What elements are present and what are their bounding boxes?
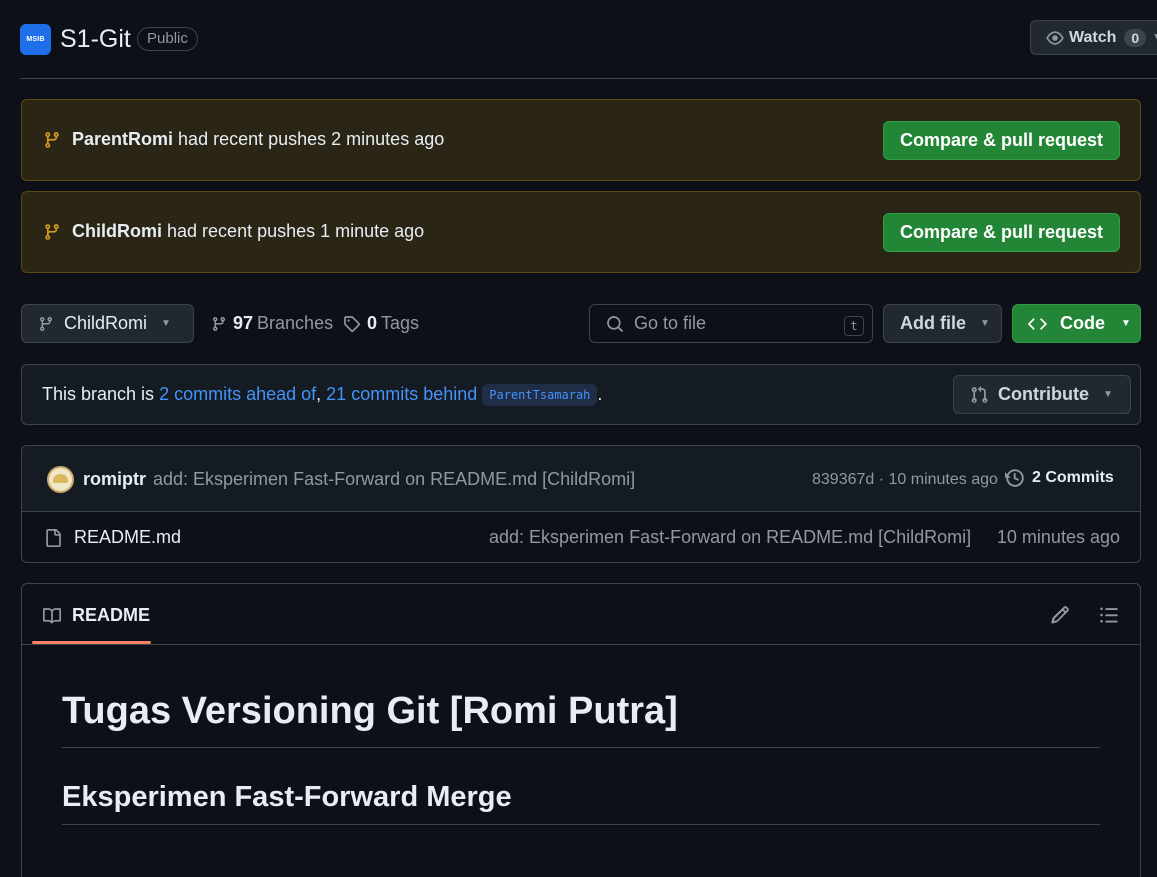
contribute-label: Contribute bbox=[998, 384, 1089, 404]
contribute-button[interactable]: Contribute ▼ bbox=[953, 375, 1131, 414]
tags-link[interactable]: 0 Tags bbox=[343, 313, 419, 334]
chevron-down-icon: ▼ bbox=[980, 318, 990, 329]
code-button[interactable]: Code ▼ bbox=[1012, 304, 1141, 343]
file-commit-message-link[interactable]: add: Eksperimen Fast-Forward on README.m… bbox=[489, 527, 971, 548]
add-file-button[interactable]: Add file ▼ bbox=[883, 304, 1002, 343]
commits-history-link[interactable]: 2 Commits bbox=[1005, 468, 1114, 488]
org-logo[interactable]: MSIB bbox=[20, 24, 51, 55]
visibility-badge: Public bbox=[137, 27, 198, 51]
chevron-down-icon: ▼ bbox=[1121, 318, 1131, 329]
pencil-icon[interactable] bbox=[1050, 605, 1070, 625]
go-to-file-input[interactable] bbox=[634, 313, 834, 334]
banner-message: ParentRomi had recent pushes 2 minutes a… bbox=[72, 129, 445, 149]
keyboard-shortcut-hint: t bbox=[844, 316, 864, 336]
readme-panel: README Tugas Versioning Git [Romi Putra]… bbox=[21, 583, 1141, 877]
file-row[interactable]: README.md add: Eksperimen Fast-Forward o… bbox=[22, 512, 1140, 562]
branches-label: Branches bbox=[257, 313, 334, 333]
code-icon bbox=[1028, 317, 1047, 330]
commits-ahead-link[interactable]: 2 commits ahead of bbox=[159, 384, 316, 404]
readme-tab-label: README bbox=[72, 605, 151, 625]
file-name-link[interactable]: README.md bbox=[74, 527, 181, 548]
chevron-down-icon: ▼ bbox=[161, 318, 171, 329]
branch-comparison-box: This branch is 2 commits ahead of, 21 co… bbox=[21, 364, 1141, 425]
avatar[interactable] bbox=[47, 466, 74, 493]
branches-count: 97 bbox=[233, 313, 254, 333]
branch-icon bbox=[45, 132, 59, 148]
chevron-down-icon: ▼ bbox=[1102, 389, 1113, 400]
base-branch-tag[interactable]: ParentTsamarah bbox=[482, 384, 598, 406]
add-file-label: Add file bbox=[900, 313, 966, 333]
book-icon bbox=[43, 607, 61, 624]
commit-message-link[interactable]: add: Eksperimen Fast-Forward on README.m… bbox=[153, 469, 635, 490]
commits-count-label: 2 Commits bbox=[1032, 469, 1114, 486]
compare-pull-request-button[interactable]: Compare & pull request bbox=[882, 121, 1120, 160]
readme-heading-1: Tugas Versioning Git [Romi Putra] bbox=[62, 690, 1100, 748]
banner-message: ChildRomi had recent pushes 1 minute ago bbox=[72, 221, 425, 241]
commits-behind-link[interactable]: 21 commits behind bbox=[326, 384, 477, 404]
commit-sha-time[interactable]: 839367d · 10 minutes ago bbox=[812, 471, 998, 489]
list-icon[interactable] bbox=[1099, 605, 1119, 625]
watch-button[interactable]: Watch 0 ▼ bbox=[1030, 20, 1157, 55]
history-icon bbox=[1005, 469, 1024, 487]
header-divider bbox=[20, 78, 1157, 79]
code-label: Code bbox=[1060, 313, 1105, 333]
watch-count: 0 bbox=[1124, 28, 1147, 47]
branch-select-button[interactable]: ChildRomi ▼ bbox=[21, 304, 194, 343]
branches-link[interactable]: 97 Branches bbox=[211, 313, 333, 334]
tab-readme[interactable]: README bbox=[42, 605, 150, 626]
chevron-down-icon: ▼ bbox=[1152, 32, 1157, 43]
org-logo-text: MSIB bbox=[26, 36, 45, 43]
file-commit-time: 10 minutes ago bbox=[996, 527, 1120, 547]
tags-count: 0 bbox=[367, 313, 378, 333]
banner-branch-name[interactable]: ChildRomi bbox=[72, 221, 162, 241]
tag-icon bbox=[344, 315, 360, 332]
file-list: romiptr add: Eksperimen Fast-Forward on … bbox=[21, 445, 1141, 563]
search-icon bbox=[607, 315, 623, 332]
tags-label: Tags bbox=[381, 313, 420, 333]
readme-header: README bbox=[22, 584, 1140, 645]
watch-label: Watch bbox=[1069, 28, 1117, 46]
readme-heading-2: Eksperimen Fast-Forward Merge bbox=[62, 781, 1100, 825]
eye-icon bbox=[1046, 30, 1064, 45]
repo-name-link[interactable]: S1-Git bbox=[60, 24, 131, 55]
active-tab-underline bbox=[32, 641, 151, 644]
branch-icon bbox=[213, 316, 225, 331]
branch-icon bbox=[45, 224, 59, 240]
file-icon bbox=[46, 529, 61, 547]
branch-icon bbox=[40, 316, 52, 331]
recent-push-banner: ChildRomi had recent pushes 1 minute ago… bbox=[21, 191, 1141, 273]
current-branch-label: ChildRomi bbox=[64, 313, 148, 333]
banner-branch-name[interactable]: ParentRomi bbox=[72, 129, 173, 149]
branch-comparison-text: This branch is 2 commits ahead of, 21 co… bbox=[42, 384, 603, 406]
go-to-file-search[interactable]: t bbox=[589, 304, 873, 343]
latest-commit-row: romiptr add: Eksperimen Fast-Forward on … bbox=[22, 446, 1140, 512]
commit-author-link[interactable]: romiptr bbox=[83, 469, 146, 490]
compare-pull-request-button[interactable]: Compare & pull request bbox=[882, 213, 1120, 252]
recent-push-banner: ParentRomi had recent pushes 2 minutes a… bbox=[21, 99, 1141, 181]
pull-request-icon bbox=[971, 385, 988, 403]
